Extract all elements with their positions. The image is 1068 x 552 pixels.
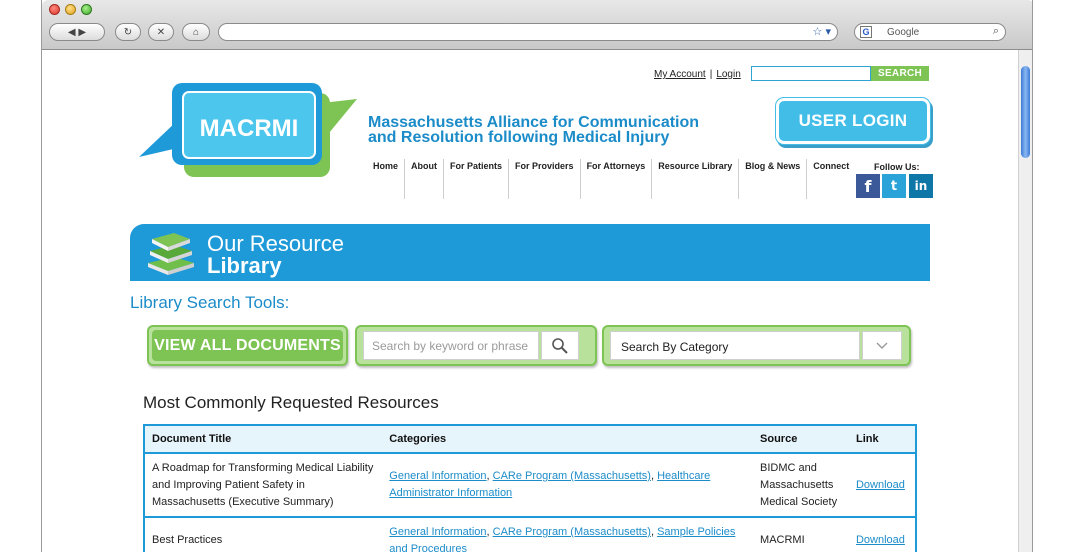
category-link[interactable]: CARe Program (Massachusetts) — [493, 526, 651, 538]
download-link[interactable]: Download — [856, 479, 905, 491]
zoom-window-button[interactable] — [81, 4, 92, 15]
browser-toolbar: ◀ ▶ ↻ ✕ ⌂ ☆ ▾ G Google ⌕ — [42, 0, 1032, 50]
category-search-frame: Search By Category — [602, 325, 911, 366]
nav-item-for-attorneys[interactable]: For Attorneys — [581, 159, 653, 199]
close-window-button[interactable] — [49, 4, 60, 15]
library-search-tools-title: Library Search Tools: — [130, 293, 290, 312]
stop-icon: ✕ — [156, 26, 166, 38]
org-name-line1: Massachusetts Alliance for Communication — [368, 114, 700, 131]
bookmark-star-icon[interactable]: ☆ ▾ — [813, 25, 831, 38]
banner-title-line2: Library — [207, 253, 282, 278]
category-select[interactable]: Search By Category — [610, 331, 860, 360]
nav-item-for-patients[interactable]: For Patients — [444, 159, 510, 199]
download-link[interactable]: Download — [856, 534, 905, 546]
table-row: Best Practices General Information, CARe… — [144, 517, 916, 552]
google-icon: G — [860, 26, 872, 38]
link-cell: Download — [848, 453, 916, 518]
nav-item-for-providers[interactable]: For Providers — [509, 159, 581, 199]
nav-item-about[interactable]: About — [405, 159, 445, 199]
source-cell: MACRMI — [753, 517, 849, 552]
resources-table: Document Title Categories Source Link A … — [143, 424, 917, 552]
web-page: My Account | Login SEARCH MACRMI Massachus… — [42, 51, 1020, 552]
twitter-icon[interactable]: t — [882, 174, 906, 198]
table-header-row: Document Title Categories Source Link — [144, 425, 916, 454]
browser-window: ◀ ▶ ↻ ✕ ⌂ ☆ ▾ G Google ⌕ My Account | Logi… — [41, 0, 1033, 552]
category-dropdown-button[interactable] — [862, 331, 902, 360]
vertical-scrollbar[interactable] — [1018, 50, 1032, 552]
my-account-link[interactable]: My Account — [654, 69, 706, 80]
column-header-link: Link — [848, 425, 916, 454]
site-search-button[interactable]: SEARCH — [871, 66, 929, 81]
nav-item-blog-news[interactable]: Blog & News — [739, 159, 808, 199]
column-header-categories: Categories — [382, 425, 754, 454]
keyword-search-input[interactable]: Search by keyword or phrase — [363, 331, 539, 360]
link-separator: | — [709, 69, 713, 80]
user-login-button[interactable]: USER LOGIN — [776, 98, 930, 144]
browser-search-field[interactable]: G Google ⌕ — [854, 23, 1006, 41]
keyword-search-button[interactable] — [541, 331, 579, 360]
organization-name: Massachusetts Alliance for Communication… — [368, 114, 700, 146]
home-icon: ⌂ — [192, 26, 200, 38]
logo-text: MACRMI — [200, 115, 299, 142]
categories-cell: General Information, CARe Program (Massa… — [382, 517, 754, 552]
most-requested-title: Most Commonly Requested Resources — [143, 393, 439, 412]
column-header-source: Source — [753, 425, 849, 454]
browser-search-placeholder: Google — [887, 27, 920, 38]
address-bar[interactable]: ☆ ▾ — [218, 23, 838, 41]
org-name-line2: and Resolution following Medical Injury — [368, 129, 670, 146]
macrmi-logo[interactable]: MACRMI — [137, 83, 359, 179]
category-link[interactable]: CARe Program (Massachusetts) — [493, 470, 651, 482]
search-icon — [552, 337, 568, 354]
view-all-documents-button[interactable]: VIEW ALL DOCUMENTS — [152, 330, 343, 361]
main-nav: Home About For Patients For Providers Fo… — [367, 159, 855, 199]
utility-links: My Account | Login — [654, 69, 741, 80]
category-link[interactable]: General Information — [389, 526, 486, 538]
stop-button[interactable]: ✕ — [148, 23, 174, 41]
facebook-icon[interactable]: f — [856, 174, 880, 198]
scrollbar-thumb[interactable] — [1021, 66, 1030, 158]
reload-icon: ↻ — [123, 26, 133, 38]
keyword-search-frame: Search by keyword or phrase — [355, 325, 597, 366]
source-cell: BIDMC and Massachusetts Medical Society — [753, 453, 849, 518]
column-header-document-title: Document Title — [144, 425, 383, 454]
document-title-cell: Best Practices — [144, 517, 383, 552]
back-forward-icon: ◀ ▶ — [67, 26, 87, 38]
home-button[interactable]: ⌂ — [182, 23, 210, 41]
reload-button[interactable]: ↻ — [115, 23, 141, 41]
table-row: A Roadmap for Transforming Medical Liabi… — [144, 453, 916, 518]
view-all-frame: VIEW ALL DOCUMENTS — [147, 325, 348, 366]
follow-us-label: Follow Us: — [874, 162, 920, 172]
minimize-window-button[interactable] — [65, 4, 76, 15]
link-cell: Download — [848, 517, 916, 552]
nav-item-home[interactable]: Home — [367, 159, 406, 199]
login-link[interactable]: Login — [716, 69, 740, 80]
magnifier-icon[interactable]: ⌕ — [993, 25, 999, 38]
nav-item-connect[interactable]: Connect — [807, 159, 855, 199]
nav-item-resource-library[interactable]: Resource Library — [652, 159, 740, 199]
books-icon — [148, 233, 194, 275]
categories-cell: General Information, CARe Program (Massa… — [382, 453, 754, 518]
site-search-input[interactable] — [751, 66, 871, 81]
linkedin-icon[interactable]: in — [909, 174, 933, 198]
chevron-down-icon — [876, 342, 888, 349]
category-link[interactable]: General Information — [389, 470, 486, 482]
resource-library-banner: Our Resource Library — [130, 224, 930, 281]
back-forward-button[interactable]: ◀ ▶ — [49, 23, 105, 41]
document-title-cell: A Roadmap for Transforming Medical Liabi… — [144, 453, 383, 518]
